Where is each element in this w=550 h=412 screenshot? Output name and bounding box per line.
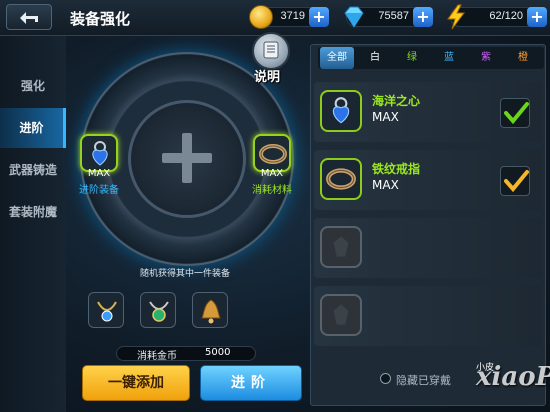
item-name: 铁纹戒指 (372, 162, 421, 176)
empty-slot-icon (320, 294, 362, 336)
item-checkbox[interactable] (500, 166, 530, 196)
green-check-icon (504, 102, 529, 125)
inventory-empty-slot (314, 286, 542, 346)
consume-material-slot[interactable] (253, 134, 291, 172)
inventory-item-iron-ring[interactable]: 铁纹戒指 MAX (314, 150, 542, 210)
iron-ring-icon (259, 144, 287, 164)
iron-ring-icon (326, 168, 356, 190)
amulet-icon (149, 301, 169, 322)
side-tabs: 强化 进阶 武器铸造 套装附魔 (0, 36, 66, 412)
left-slot-label: 进阶装备 (79, 185, 119, 196)
watermark: xiaoPi (476, 362, 550, 392)
ocean-heart-icon (92, 141, 108, 166)
advance-button[interactable]: 进阶 (200, 365, 302, 401)
item-checkbox[interactable] (500, 98, 530, 128)
page-title: 装备强化 (70, 10, 131, 28)
filter-white[interactable]: 白 (358, 47, 392, 69)
tab-strengthen[interactable]: 强化 (0, 66, 66, 106)
cost-bar: 消耗金币 5000 (116, 346, 256, 362)
coin-value: 3719 (280, 10, 305, 22)
filter-green[interactable]: 绿 (395, 47, 429, 69)
coin-icon (249, 5, 273, 29)
add-energy-button[interactable]: + (527, 7, 547, 27)
inventory-item-ocean-heart[interactable]: 海洋之心 MAX (314, 82, 542, 142)
random-hint: 随机获得其中一件装备 (140, 269, 231, 279)
orange-check-icon (504, 170, 529, 193)
item-level: MAX (372, 178, 399, 192)
coin-counter: 3719 + (249, 5, 329, 29)
energy-value: 62/120 (489, 10, 523, 22)
diamond-icon (344, 6, 364, 28)
right-slot-level: MAX (260, 168, 284, 179)
diamond-counter: 75587 + (344, 6, 433, 28)
plus-icon[interactable] (158, 129, 216, 187)
item-level: MAX (372, 110, 399, 124)
locked-shadow-icon (333, 304, 349, 325)
filter-orange[interactable]: 橙 (506, 47, 540, 69)
locked-shadow-icon (333, 236, 349, 257)
result-item-necklace[interactable] (88, 292, 124, 328)
scroll-icon (263, 41, 279, 59)
result-item-bell[interactable] (192, 292, 228, 328)
result-item-amulet[interactable] (140, 292, 176, 328)
info-label: 说明 (254, 70, 281, 85)
tab-set-enchant[interactable]: 套装附魔 (0, 192, 66, 232)
right-slot-label: 消耗材料 (252, 185, 292, 196)
back-button[interactable] (6, 4, 52, 30)
tab-advance[interactable]: 进阶 (0, 108, 66, 148)
lightning-bolt-icon (447, 4, 465, 30)
advance-equipment-slot[interactable] (80, 134, 118, 172)
filter-purple[interactable]: 紫 (469, 47, 503, 69)
hide-equipped-label: 隐藏已穿戴 (396, 374, 451, 387)
filter-blue[interactable]: 蓝 (432, 47, 466, 69)
item-icon-frame (320, 158, 362, 200)
left-slot-level: MAX (87, 168, 111, 179)
necklace-icon (97, 301, 117, 322)
auto-add-button[interactable]: 一键添加 (82, 365, 190, 401)
info-button[interactable] (252, 32, 290, 70)
inventory-empty-slot (314, 218, 542, 278)
item-icon-frame (320, 90, 362, 132)
cost-label: 消耗金币 (137, 351, 177, 362)
back-arrow-icon (20, 12, 38, 24)
hide-equipped-radio[interactable] (380, 373, 391, 384)
filter-all[interactable]: 全部 (320, 47, 354, 69)
quality-filter-tabs: 全部 白 绿 蓝 紫 橙 (318, 47, 544, 69)
cost-value: 5000 (205, 347, 231, 358)
ocean-heart-icon (332, 97, 350, 124)
item-name: 海洋之心 (372, 94, 421, 108)
tab-weapon-forge[interactable]: 武器铸造 (0, 150, 66, 190)
empty-slot-icon (320, 226, 362, 268)
add-diamonds-button[interactable]: + (413, 7, 433, 27)
add-coins-button[interactable]: + (309, 7, 329, 27)
energy-counter: 62/120 + (447, 4, 547, 30)
diamond-value: 75587 (378, 10, 409, 22)
bell-icon (201, 299, 221, 324)
